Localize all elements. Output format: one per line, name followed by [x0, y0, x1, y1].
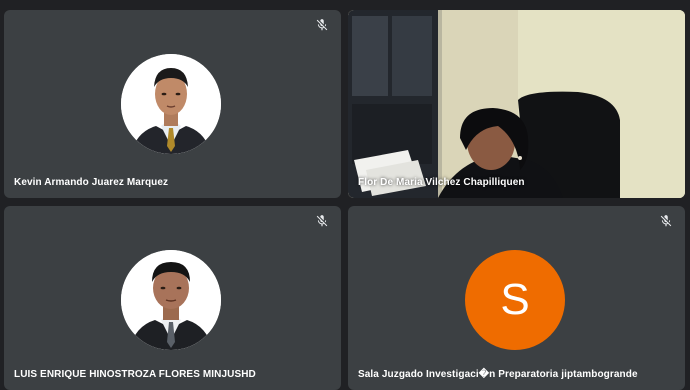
participant-tile-3[interactable]: LUIS ENRIQUE HINOSTROZA FLORES MINJUSHD — [4, 206, 341, 390]
participant-avatar-photo — [121, 250, 221, 350]
participant-video-feed — [348, 10, 685, 198]
mic-off-icon — [316, 215, 328, 227]
participant-avatar-photo — [121, 54, 221, 154]
mic-off-icon — [660, 215, 672, 227]
participant-name: LUIS ENRIQUE HINOSTROZA FLORES MINJUSHD — [14, 369, 256, 380]
participant-avatar-initial: S — [465, 250, 565, 350]
participant-tile-1[interactable]: Kevin Armando Juarez Marquez — [4, 10, 341, 198]
participant-name: Flor De Maria Vilchez Chapilliquen — [358, 177, 525, 188]
mic-off-icon — [316, 19, 328, 31]
participant-name: Kevin Armando Juarez Marquez — [14, 177, 169, 188]
participant-tile-4[interactable]: S Sala Juzgado Investigaci�n Preparatori… — [348, 206, 685, 390]
participant-name: Sala Juzgado Investigaci�n Preparatoria … — [358, 369, 638, 380]
meeting-grid: Kevin Armando Juarez Marquez Flor De Mar… — [0, 0, 690, 390]
participant-tile-2[interactable]: Flor De Maria Vilchez Chapilliquen — [348, 10, 685, 198]
